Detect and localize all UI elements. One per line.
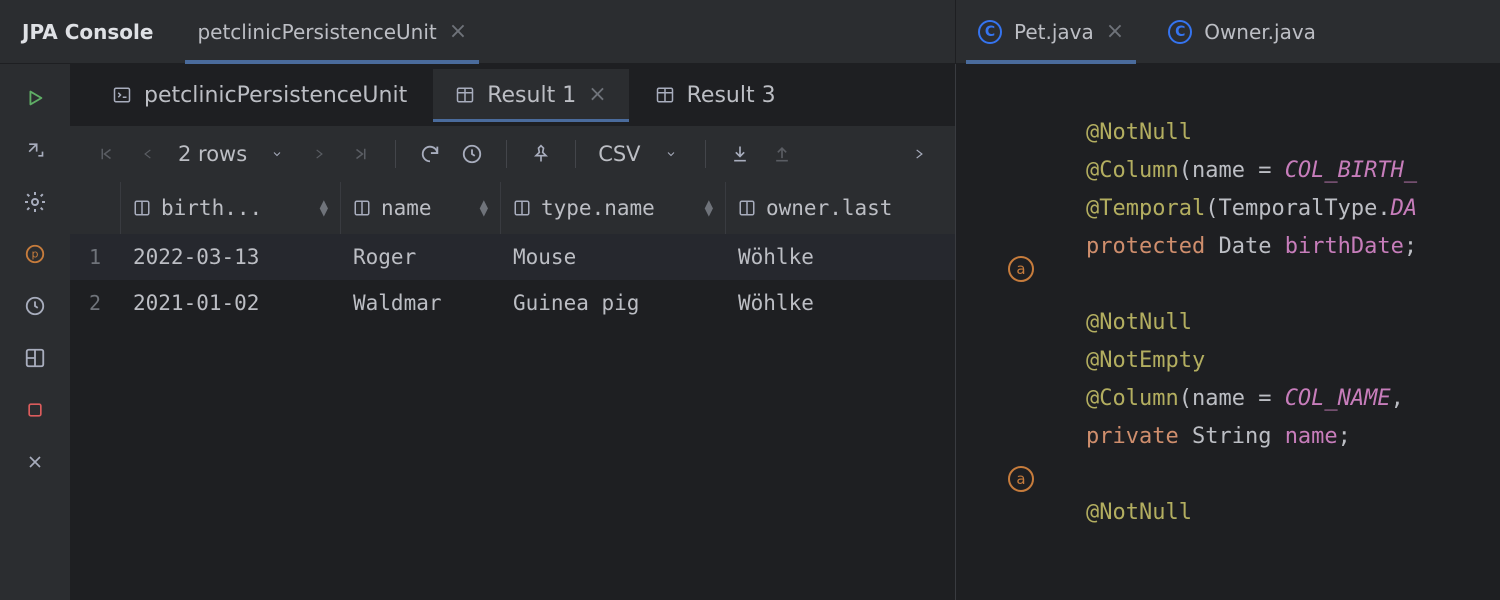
column-label: type.name (541, 196, 655, 220)
code-editor[interactable]: @NotNull @Column(name = COL_BIRTH_ @Temp… (1086, 64, 1500, 600)
table-row[interactable]: 22021-01-02WaldmarGuinea pigWöhlke (70, 280, 955, 326)
tab-persistence-unit[interactable]: petclinicPersistenceUnit × (175, 0, 489, 63)
download-icon[interactable] (724, 138, 756, 170)
column-label: name (381, 196, 432, 220)
subtab-result-1[interactable]: Result 1 × (433, 69, 628, 122)
sort-icon[interactable]: ▲▼ (705, 200, 713, 216)
upload-icon[interactable] (766, 138, 798, 170)
column-label: birth... (161, 196, 262, 220)
tab-pet-java[interactable]: C Pet.java × (956, 0, 1146, 63)
column-icon (353, 199, 371, 217)
pin-icon[interactable] (525, 138, 557, 170)
cell-owner[interactable]: Wöhlke (725, 280, 955, 326)
close-icon[interactable]: × (1106, 21, 1124, 43)
column-icon (133, 199, 151, 217)
export-icon[interactable] (21, 136, 49, 164)
column-icon (513, 199, 531, 217)
subtab-label: Result 3 (687, 83, 776, 108)
cell-owner[interactable]: Wöhlke (725, 234, 955, 280)
tab-label: Pet.java (1014, 20, 1094, 44)
class-icon: C (1168, 20, 1192, 44)
close-icon[interactable]: × (449, 21, 467, 43)
settings-icon[interactable] (21, 188, 49, 216)
tab-jpa-console[interactable]: JPA Console (0, 0, 175, 63)
run-icon[interactable] (21, 84, 49, 112)
subtab-label: Result 1 (487, 83, 576, 108)
subtab-result-3[interactable]: Result 3 (633, 69, 798, 122)
cell-birth[interactable]: 2022-03-13 (120, 234, 340, 280)
chevron-down-icon[interactable] (655, 138, 687, 170)
column-header-owner[interactable]: owner.last (725, 182, 955, 234)
editor-gutter: a a (956, 64, 1086, 600)
gutter-annotation-icon[interactable]: a (956, 250, 1086, 288)
table-icon (655, 86, 675, 104)
cell-name[interactable]: Waldmar (340, 280, 500, 326)
result-table: birth... ▲▼ name ▲▼ type.name ▲▼ owner.l… (70, 182, 955, 326)
row-count-label[interactable]: 2 rows (174, 142, 251, 166)
table-row[interactable]: 12022-03-13RogerMouseWöhlke (70, 234, 955, 280)
tab-label: JPA Console (22, 20, 153, 44)
tab-label: petclinicPersistenceUnit (197, 20, 436, 44)
last-page-icon[interactable] (345, 138, 377, 170)
left-tool-rail: p (0, 64, 70, 600)
result-toolbar: 2 rows CSV (70, 126, 955, 182)
sort-icon[interactable]: ▲▼ (320, 200, 328, 216)
next-page-icon[interactable] (303, 138, 335, 170)
prev-page-icon[interactable] (132, 138, 164, 170)
row-number: 1 (70, 234, 120, 280)
first-page-icon[interactable] (90, 138, 122, 170)
chevron-down-icon[interactable] (261, 138, 293, 170)
cell-name[interactable]: Roger (340, 234, 500, 280)
history-icon[interactable] (21, 292, 49, 320)
chevron-right-icon[interactable] (903, 138, 935, 170)
column-header-birth[interactable]: birth... ▲▼ (120, 182, 340, 234)
sort-icon[interactable]: ▲▼ (480, 200, 488, 216)
terminal-icon (112, 86, 132, 104)
column-label: owner.last (766, 196, 892, 220)
table-icon (455, 86, 475, 104)
refresh-icon[interactable] (414, 138, 446, 170)
gutter-annotation-icon[interactable]: a (956, 460, 1086, 498)
cell-type[interactable]: Guinea pig (500, 280, 725, 326)
close-panel-icon[interactable] (21, 448, 49, 476)
stop-icon[interactable] (21, 396, 49, 424)
column-header-type[interactable]: type.name ▲▼ (500, 182, 725, 234)
svg-text:p: p (32, 248, 39, 261)
close-icon[interactable]: × (588, 84, 606, 106)
cell-type[interactable]: Mouse (500, 234, 725, 280)
tab-label: Owner.java (1204, 20, 1316, 44)
clock-icon[interactable] (456, 138, 488, 170)
cell-birth[interactable]: 2021-01-02 (120, 280, 340, 326)
subtab-label: petclinicPersistenceUnit (144, 83, 407, 108)
format-label[interactable]: CSV (594, 142, 644, 166)
class-icon: C (978, 20, 1002, 44)
row-number: 2 (70, 280, 120, 326)
persistence-icon[interactable]: p (21, 240, 49, 268)
row-num-header (70, 182, 120, 234)
column-icon (738, 199, 756, 217)
subtab-persistence[interactable]: petclinicPersistenceUnit (90, 69, 429, 122)
layout-icon[interactable] (21, 344, 49, 372)
tab-owner-java[interactable]: C Owner.java (1146, 0, 1338, 63)
column-header-name[interactable]: name ▲▼ (340, 182, 500, 234)
